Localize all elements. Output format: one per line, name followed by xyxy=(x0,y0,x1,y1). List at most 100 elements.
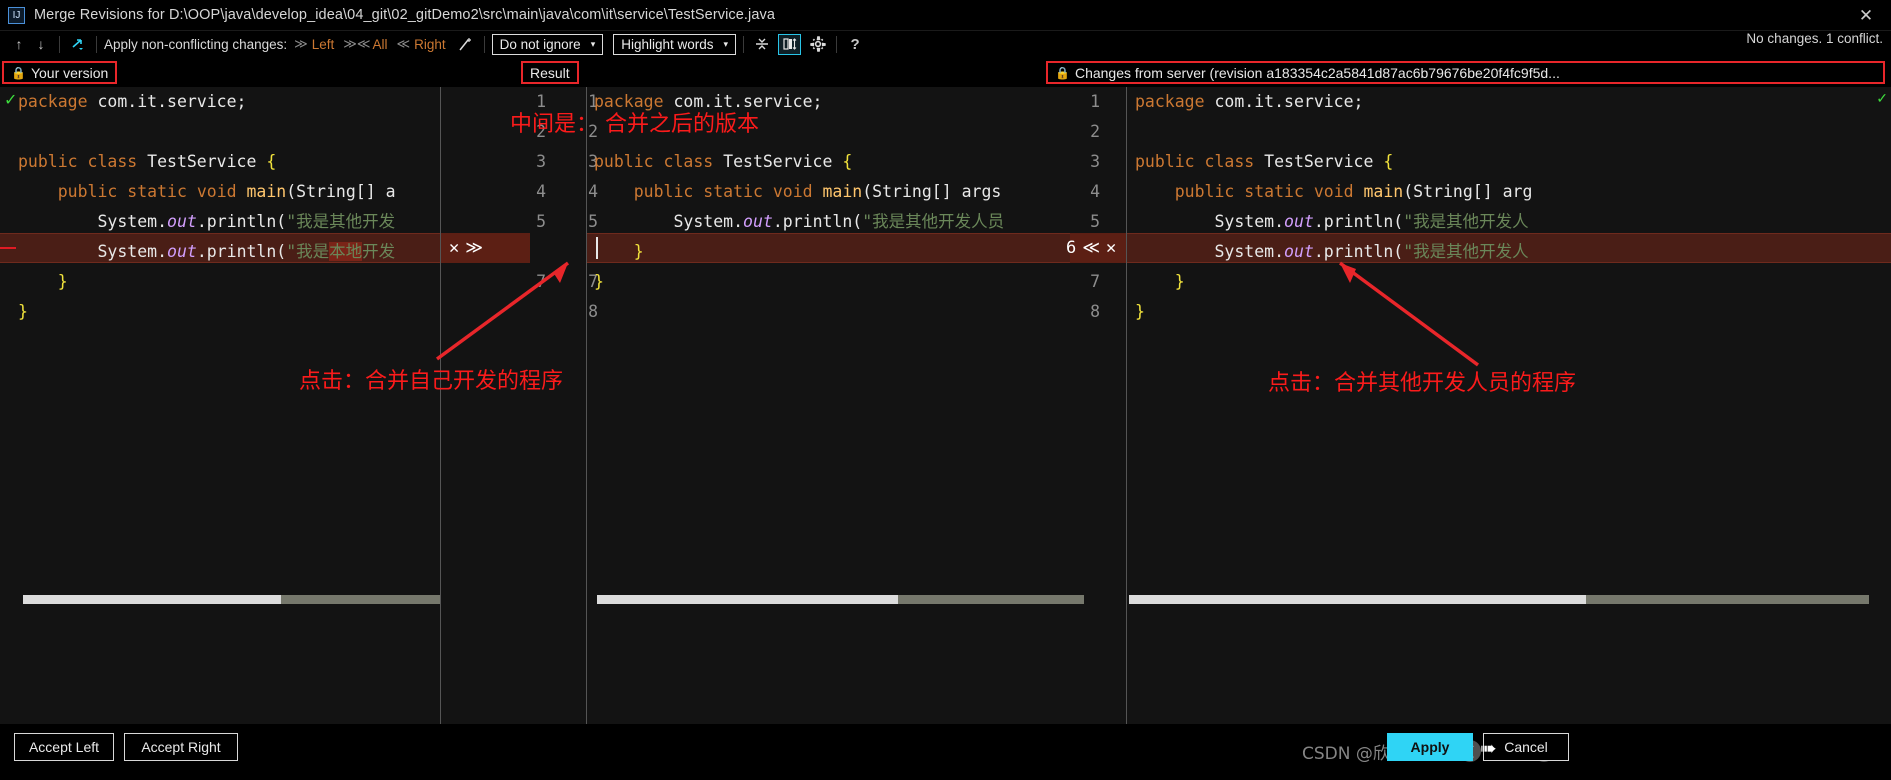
code-line[interactable] xyxy=(1135,117,1532,147)
settings-gear-icon[interactable] xyxy=(807,33,829,55)
left-hscrollbar-thumb[interactable] xyxy=(23,595,281,604)
next-difference-button[interactable]: ↓ xyxy=(30,33,52,55)
right-hscrollbar-thumb[interactable] xyxy=(1129,595,1586,604)
code-line[interactable]: } xyxy=(1135,267,1532,297)
result-hscrollbar-track[interactable] xyxy=(597,595,1084,604)
toolbar-separator-5 xyxy=(836,35,838,53)
left-revert-conflict-icon[interactable]: ✕ xyxy=(449,238,459,258)
apply-left-button[interactable]: Left xyxy=(312,37,335,52)
right-pane[interactable]: package com.it.service; public class Tes… xyxy=(1127,87,1891,724)
lock-icon-right: 🔒 xyxy=(1055,65,1070,80)
code-token: } xyxy=(633,242,644,261)
code-line[interactable]: System.out.println("我是其他开发人 xyxy=(1135,237,1532,267)
apply-button[interactable]: Apply xyxy=(1387,733,1473,761)
accept-left-button[interactable]: Accept Left xyxy=(14,733,114,761)
toolbar-separator xyxy=(59,35,60,53)
highlight-mode-select[interactable]: Highlight words ▾ xyxy=(613,33,737,55)
code-token: package xyxy=(1135,92,1205,111)
code-token: .println( xyxy=(772,212,863,231)
result-hscrollbar-thumb[interactable] xyxy=(597,595,898,604)
status-text: No changes. 1 conflict. xyxy=(1746,31,1883,46)
toolbar-separator-2 xyxy=(96,35,97,53)
right-revert-conflict-icon[interactable]: ✕ xyxy=(1106,238,1116,258)
code-line[interactable]: package com.it.service; xyxy=(1135,87,1532,117)
code-line[interactable]: package com.it.service; xyxy=(18,87,396,117)
show-diff-columns-toggle[interactable] xyxy=(778,33,802,55)
code-line[interactable]: } xyxy=(18,267,396,297)
code-token: 本地 xyxy=(329,242,363,261)
code-line[interactable]: public static void main(String[] a xyxy=(18,177,396,207)
right-line-numbers: 1 2 3 4 5 7 8 xyxy=(1038,87,1100,327)
collapse-lines-icon xyxy=(756,38,769,50)
right-code-content[interactable]: package com.it.service; public class Tes… xyxy=(1135,87,1532,327)
code-line[interactable]: System.out.println("我是其他开发人员 xyxy=(594,207,1004,237)
code-line[interactable] xyxy=(18,117,396,147)
ignore-policy-select[interactable]: Do not ignore ▾ xyxy=(491,33,604,55)
code-token: System. xyxy=(1135,242,1285,261)
code-line[interactable]: } xyxy=(594,237,1004,267)
apply-all-button[interactable]: All xyxy=(372,37,387,52)
apply-all-icon[interactable] xyxy=(67,33,89,55)
code-line[interactable]: public class TestService { xyxy=(1135,147,1532,177)
right-hscrollbar-track[interactable] xyxy=(1129,595,1869,604)
accept-right-button[interactable]: Accept Right xyxy=(124,733,238,761)
pane-title-your-version[interactable]: 🔒 Your version xyxy=(2,61,118,84)
pane-title-changes-from-server[interactable]: 🔒 Changes from server (revision a183354c… xyxy=(1046,61,1885,84)
right-pane-status-check-icon: ✓ xyxy=(1876,90,1888,106)
code-line[interactable]: public static void main(String[] arg xyxy=(1135,177,1533,207)
ignore-policy-value: Do not ignore xyxy=(499,36,581,52)
code-token: "我是其他开发人员 xyxy=(862,212,1005,231)
left-hscrollbar-rest[interactable] xyxy=(281,595,440,604)
code-line[interactable]: System.out.println("我是其他开发 xyxy=(18,207,396,237)
merge-editor-area: ✓ package com.it.service; public class T… xyxy=(0,87,1891,724)
chevron-down-icon-2: ▾ xyxy=(723,38,729,49)
code-line[interactable]: } xyxy=(594,267,1004,297)
code-token: System. xyxy=(594,212,744,231)
code-token: (String[] a xyxy=(286,182,396,201)
code-line[interactable]: public class TestService { xyxy=(594,147,1004,177)
line-number: 4 xyxy=(536,182,546,201)
code-token: "我是其他开发人 xyxy=(1403,242,1529,261)
pane-title-result[interactable]: Result xyxy=(521,61,579,84)
apply-right-button[interactable]: Right xyxy=(414,37,446,52)
result-hscrollbar-rest[interactable] xyxy=(898,595,1084,604)
line-number: 8 xyxy=(1090,302,1100,321)
apply-right-chevron-icon: ≪ xyxy=(396,36,411,51)
code-line[interactable]: public class TestService { xyxy=(18,147,396,177)
code-line[interactable]: } xyxy=(1135,297,1532,327)
code-token: main xyxy=(246,182,287,201)
annotation-right-click-note: 点击：合并其他开发人员的程序 xyxy=(1268,371,1577,396)
code-token: { xyxy=(842,152,853,171)
code-token: .println( xyxy=(1313,242,1404,261)
code-line[interactable]: } xyxy=(18,297,396,327)
code-token: } xyxy=(57,272,68,291)
previous-difference-button[interactable]: ↑ xyxy=(8,33,30,55)
lock-icon-left: 🔒 xyxy=(11,65,26,80)
apply-all-chevron-icon: ≫≪ xyxy=(343,36,371,51)
result-pane[interactable]: package com.it.service; public class Tes… xyxy=(586,87,1086,724)
code-token: System. xyxy=(18,212,168,231)
code-token: "我是其他开发人 xyxy=(1403,212,1529,231)
left-hscrollbar-track[interactable] xyxy=(23,595,440,604)
left-pane[interactable]: ✓ package com.it.service; public class T… xyxy=(0,87,440,724)
right-hscrollbar-rest[interactable] xyxy=(1586,595,1869,604)
collapse-unchanged-fragments-icon[interactable] xyxy=(751,33,773,55)
code-token: } xyxy=(1174,272,1185,291)
close-icon[interactable]: ✕ xyxy=(1855,5,1877,27)
code-token: TestService xyxy=(1264,152,1384,171)
code-line[interactable]: public static void main(String[] args xyxy=(594,177,1004,207)
code-token: public static void xyxy=(1174,182,1364,201)
left-code-content[interactable]: package com.it.service; public class Tes… xyxy=(18,87,396,327)
code-token: out xyxy=(1284,242,1314,261)
code-token: "我是其他开发 xyxy=(286,212,396,231)
magic-resolve-icon[interactable] xyxy=(455,33,477,55)
code-line[interactable]: System.out.println("我是本地开发 xyxy=(18,237,396,267)
code-token: System. xyxy=(1135,212,1285,231)
code-token: public static void xyxy=(57,182,247,201)
pane-title-right-label: Changes from server (revision a183354c2a… xyxy=(1074,64,1560,81)
help-button[interactable]: ? xyxy=(844,33,866,55)
code-line[interactable]: System.out.println("我是其他开发人 xyxy=(1135,207,1532,237)
